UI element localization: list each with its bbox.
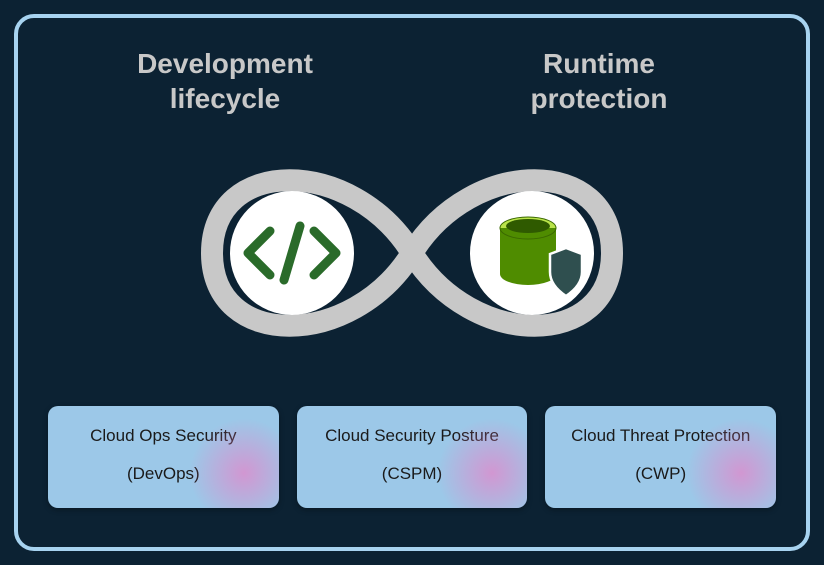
heading-right: Runtimeprotection: [429, 46, 769, 116]
card-title: Cloud Ops Security: [60, 424, 267, 448]
card-subtitle: (CSPM): [309, 462, 516, 486]
card-title: Cloud Security Posture: [309, 424, 516, 448]
card-subtitle: (CWP): [557, 462, 764, 486]
headings-row: Developmentlifecycle Runtimeprotection: [38, 46, 786, 116]
card-cspm: Cloud Security Posture (CSPM): [297, 406, 528, 508]
card-title: Cloud Threat Protection: [557, 424, 764, 448]
infinity-container: [38, 126, 786, 381]
card-devops: Cloud Ops Security (DevOps): [48, 406, 279, 508]
infinity-loop: [152, 126, 672, 381]
diagram-frame: Developmentlifecycle Runtimeprotection: [14, 14, 810, 551]
card-subtitle: (DevOps): [60, 462, 267, 486]
card-cwp: Cloud Threat Protection (CWP): [545, 406, 776, 508]
heading-left: Developmentlifecycle: [55, 46, 395, 116]
cards-row: Cloud Ops Security (DevOps) Cloud Securi…: [38, 406, 786, 508]
